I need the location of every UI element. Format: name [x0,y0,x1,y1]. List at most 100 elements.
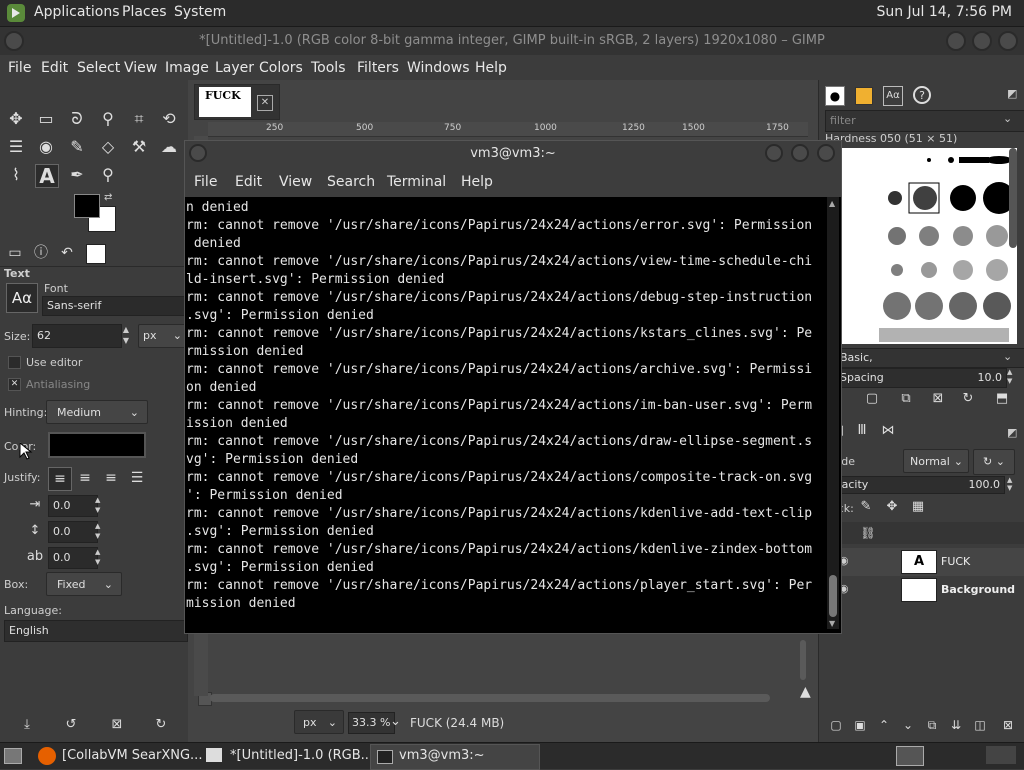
foreground-color-swatch[interactable] [74,194,100,218]
open-brush-icon[interactable]: ⬒ [991,388,1013,410]
menu-filters[interactable]: Filters [357,60,399,76]
menu-file[interactable]: File [8,60,31,76]
menu-layer[interactable]: Layer [215,60,254,76]
paths-tool-icon[interactable]: ⌇ [5,164,27,186]
delete-options-icon[interactable]: ⊠ [106,714,128,736]
gimp-titlebar[interactable]: *[Untitled]-1.0 (RGB color 8-bit gamma i… [0,27,1024,55]
mask-icon[interactable]: ◫ [969,714,991,736]
spacing-spinner[interactable]: ▲ ▼ [1007,368,1017,386]
applications-menu[interactable]: Applications [34,4,120,20]
refresh-brushes-icon[interactable]: ↻ [957,388,979,410]
font-preview-button[interactable]: Aα [6,283,38,313]
clone-tool-icon[interactable]: ⚒ [128,136,150,158]
duplicate-brush-icon[interactable]: ⧉ [895,388,917,410]
new-layer-group-icon[interactable]: ▣ [849,714,871,736]
brush-tag-input[interactable]: Basic, [825,348,1024,368]
delete-layer-icon[interactable]: ⊠ [997,714,1019,736]
text-color-button[interactable] [48,432,146,458]
justify-right-icon[interactable]: ≡ [74,467,96,489]
letter-spacing-input[interactable]: 0.0 [48,547,98,569]
hinting-dropdown[interactable]: Medium ⌄ [46,400,148,424]
zoom-tool-icon[interactable]: ⚲ [97,164,119,186]
lower-layer-icon[interactable]: ⌄ [897,714,919,736]
terminal-menu-view[interactable]: View [279,174,312,190]
paintbrush-tool-icon[interactable]: ✎ [66,136,88,158]
image-tab[interactable]: FUCK ✕ [194,84,280,120]
crop-tool-icon[interactable]: ⌗ [128,108,150,130]
smudge-tool-icon[interactable]: ☁ [158,136,180,158]
minimize-button[interactable] [765,144,783,162]
menu-help[interactable]: Help [475,60,507,76]
terminal-menu-terminal[interactable]: Terminal [387,174,446,190]
size-unit-dropdown[interactable]: px ⌄ [138,324,186,348]
taskbar-item-browser[interactable]: [CollabVM SearXNG... [62,745,202,767]
terminal-window[interactable]: vm3@vm3:~ File Edit View Search Terminal… [184,140,842,634]
fonts-tab-icon[interactable]: Aα [883,86,903,106]
menu-colors[interactable]: Colors [259,60,303,76]
brush-grid[interactable] [841,148,1017,344]
places-menu[interactable]: Places [122,4,167,20]
line-spacing-input[interactable]: 0.0 [48,521,98,543]
taskbar-item-gimp[interactable]: *[Untitled]-1.0 (RGB... [230,745,373,767]
box-dropdown[interactable]: Fixed ⌄ [46,572,122,596]
justify-left-icon[interactable]: ≡ [48,467,72,491]
brush-grid-scrollbar[interactable] [1009,148,1017,248]
dock-menu-icon[interactable]: ◩ [1007,426,1017,439]
save-options-icon[interactable]: ⤓ [16,714,38,736]
delete-brush-icon[interactable]: ⊠ [927,388,949,410]
eraser-tool-icon[interactable]: ◇ [97,136,119,158]
clock[interactable]: Sun Jul 14, 7:56 PM [876,4,1012,20]
help-tab-icon[interactable]: ? [913,86,931,104]
transform-tool-icon[interactable]: ⟲ [158,108,180,130]
distro-logo-icon[interactable] [6,3,26,23]
swap-colors-icon[interactable]: ⇄ [104,192,112,203]
terminal-menu-search[interactable]: Search [327,174,375,190]
chevron-down-icon[interactable]: ⌄ [1003,350,1012,363]
restore-options-icon[interactable]: ↺ [60,714,82,736]
letter-spacing-spinner[interactable]: ▲ ▼ [95,547,105,567]
layer-name[interactable]: Background [941,583,1015,596]
menu-edit[interactable]: Edit [41,60,68,76]
workspace-switcher[interactable] [896,746,924,766]
indent-input[interactable]: 0.0 [48,495,98,517]
new-layer-icon[interactable]: ▢ [825,714,847,736]
move-tool-icon[interactable]: ✥ [5,108,27,130]
reset-options-icon[interactable]: ↻ [150,714,172,736]
raise-layer-icon[interactable]: ⌃ [873,714,895,736]
size-spinner[interactable]: ▲ ▼ [120,324,132,346]
lock-alpha-icon[interactable]: ▦ [907,496,929,518]
brush-filter-input[interactable]: filter [825,110,1024,132]
opacity-field[interactable]: Opacity 100.0 [825,476,1005,494]
composite-mode-dropdown[interactable]: ↻ ⌄ [973,449,1015,475]
warp-tool-icon[interactable]: ☰ [5,136,27,158]
patterns-tab-icon[interactable] [855,87,873,105]
size-input[interactable]: 62 [32,324,122,348]
vertical-scrollbar[interactable] [800,640,806,680]
layer-row[interactable]: ◉ Background [819,576,1024,604]
close-button[interactable] [998,31,1018,51]
duplicate-layer-icon[interactable]: ⧉ [921,714,943,736]
justify-center-icon[interactable]: ≡ [100,467,122,489]
color-picker-tool-icon[interactable]: ✒ [66,164,88,186]
merge-layer-icon[interactable]: ⇊ [945,714,967,736]
lock-pixels-icon[interactable]: ✎ [855,496,877,518]
terminal-menu-file[interactable]: File [194,174,217,190]
terminal-output[interactable]: n denied rm: cannot remove '/usr/share/i… [186,197,826,629]
maximize-button[interactable] [972,31,992,51]
horizontal-scrollbar[interactable] [210,694,770,702]
justify-fill-icon[interactable]: ☰ [126,467,148,489]
images-tab-icon[interactable] [86,244,106,264]
language-input[interactable]: English [4,620,188,642]
bucket-fill-tool-icon[interactable]: ◉ [35,136,57,158]
paths-tab-icon[interactable]: ⋈ [877,420,899,442]
spacing-field[interactable]: Spacing 10.0 [825,368,1007,388]
system-menu[interactable]: System [174,4,226,20]
layer-name[interactable]: FUCK [941,555,970,568]
undo-history-tab-icon[interactable]: ↶ [56,242,78,264]
terminal-menu-edit[interactable]: Edit [235,174,262,190]
unit-dropdown[interactable]: px ⌄ [294,710,344,734]
terminal-scroll-thumb[interactable] [829,575,837,617]
taskbar-item-terminal-active[interactable]: vm3@vm3:~ [370,744,540,770]
channels-tab-icon[interactable]: Ⅲ [851,420,873,442]
navigate-icon[interactable]: ▲ [800,684,814,704]
